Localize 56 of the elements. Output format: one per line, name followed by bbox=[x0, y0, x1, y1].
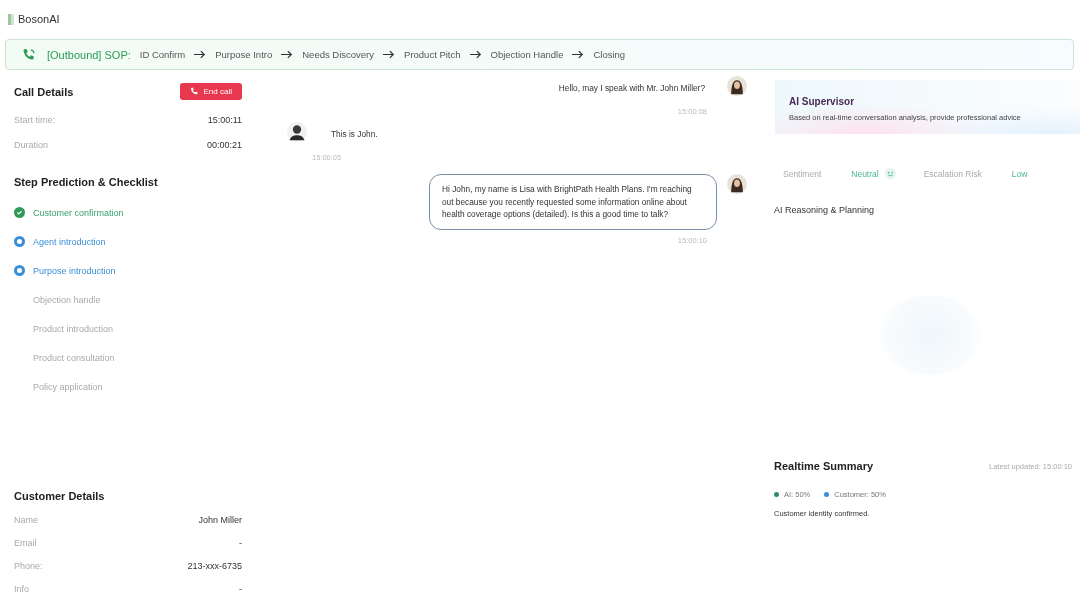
checklist-item: Purpose introduction bbox=[33, 265, 116, 276]
message-text: Hi John, my name is Lisa with BrightPath Health Plans. I'm reaching out because you recently requested some information online about health coverage options (detailed). Is this a good time to talk? bbox=[442, 183, 692, 220]
sop-step: Objection Handle bbox=[490, 49, 564, 60]
avatar-icon bbox=[727, 76, 747, 96]
metric-label: Sentiment bbox=[783, 168, 822, 179]
logo-icon bbox=[8, 13, 14, 25]
arrow-icon bbox=[281, 50, 294, 59]
sop-step: Closing bbox=[593, 49, 626, 60]
checklist-item: Customer confirmation bbox=[33, 207, 124, 218]
field-value: John Miller bbox=[198, 515, 242, 525]
sop-label: [Outbound] SOP: bbox=[47, 48, 131, 61]
field-label: Info bbox=[14, 584, 29, 594]
arrow-icon bbox=[469, 50, 482, 59]
field-value: - bbox=[239, 538, 242, 548]
arrow-icon bbox=[194, 50, 207, 59]
metric-value: Low bbox=[1011, 168, 1028, 179]
checklist-item: Product consultation bbox=[33, 352, 115, 363]
checklist-item: Agent introduction bbox=[33, 236, 106, 247]
smiley-icon bbox=[884, 168, 896, 179]
message-text: Hello, may I speak with Mr. John Miller? bbox=[558, 83, 705, 93]
sop-step: ID Confirm bbox=[139, 49, 186, 60]
field-value: 00:00:21 bbox=[206, 140, 242, 150]
avatar-icon bbox=[727, 173, 747, 194]
check-icon bbox=[14, 207, 25, 218]
section-title: Call Details bbox=[14, 85, 74, 98]
section-title: Customer Details bbox=[14, 490, 106, 502]
sop-step: Purpose Intro bbox=[215, 49, 273, 60]
field-value: 213-xxx-6735 bbox=[187, 561, 242, 571]
checklist-item: Policy application bbox=[33, 381, 103, 392]
checklist-item: Objection handle bbox=[33, 294, 101, 305]
section-title: Realtime Summary bbox=[774, 460, 874, 472]
message-text: This is John. bbox=[331, 128, 378, 139]
field-label: Duration bbox=[14, 140, 49, 150]
metric-value: Neutral bbox=[851, 168, 879, 179]
field-value: - bbox=[239, 584, 242, 594]
card-title: AI Supervisor bbox=[789, 96, 856, 107]
avatar-icon bbox=[287, 121, 307, 142]
section-title: AI Reasoning & Planning bbox=[773, 205, 876, 215]
phone-icon bbox=[22, 47, 36, 62]
brand-name: BosonAI bbox=[18, 13, 60, 25]
arrow-icon bbox=[572, 50, 585, 59]
field-label: Email bbox=[14, 538, 37, 548]
field-label: Start time: bbox=[14, 115, 55, 125]
arrow-icon bbox=[383, 50, 396, 59]
field-label: Name bbox=[14, 515, 38, 525]
progress-ring-icon bbox=[14, 236, 25, 247]
sop-step: Needs Discovery bbox=[302, 49, 375, 60]
field-label: Phone: bbox=[14, 561, 43, 571]
section-title: Step Prediction & Checklist bbox=[14, 176, 159, 188]
end-call-button[interactable]: End call bbox=[179, 83, 242, 100]
field-value: 15:00:11 bbox=[207, 115, 242, 125]
sop-step: Product Pitch bbox=[404, 49, 461, 60]
metric-label: Escalation Risk bbox=[923, 168, 982, 179]
checklist-item: Product introduction bbox=[33, 323, 114, 334]
phone-icon bbox=[189, 87, 199, 96]
progress-ring-icon bbox=[14, 265, 25, 276]
